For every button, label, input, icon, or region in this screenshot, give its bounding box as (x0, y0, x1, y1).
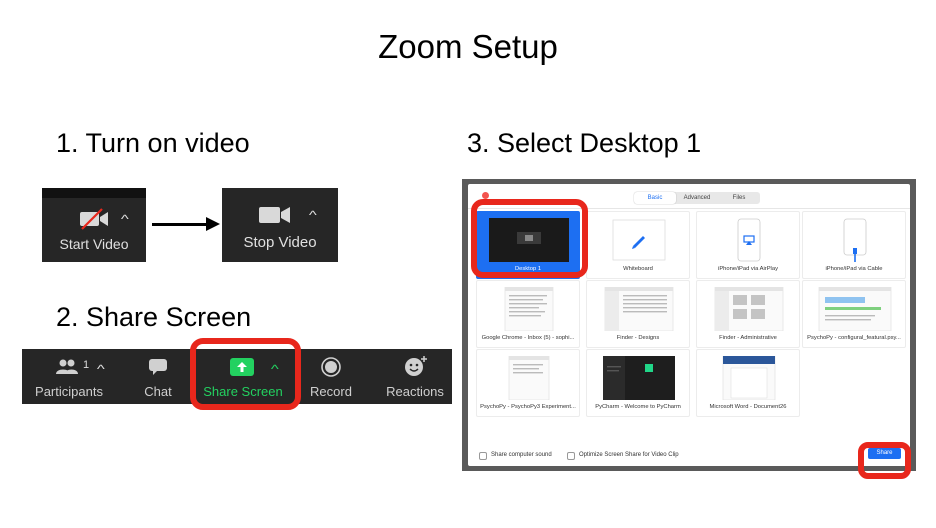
phone-airplay-icon (737, 218, 761, 262)
start-video-label: Start Video (59, 236, 129, 252)
option-caption: iPhone/iPad via AirPlay (718, 266, 778, 272)
tab-basic[interactable]: Basic (634, 192, 676, 204)
record-icon (321, 357, 341, 377)
participants-label: Participants (35, 384, 103, 399)
stop-video-label: Stop Video (243, 234, 317, 251)
window-thumbnail (604, 287, 674, 331)
option-caption: iPhone/iPad via Cable (825, 266, 883, 272)
dialog-tabs: Basic Advanced Files (634, 192, 760, 204)
chat-icon (149, 359, 167, 375)
share-option-finder-administrative[interactable]: Finder - Administrative (696, 280, 800, 348)
dialog-footer: Share computer sound Optimize Screen Sha… (468, 448, 910, 466)
share-option-finder-designs[interactable]: Finder - Designs (586, 280, 690, 348)
arrow-right-icon (206, 217, 220, 231)
share-sound-label: Share computer sound (491, 452, 552, 458)
option-caption: PsychoPy - PsychoPy3 Experiment... (480, 404, 576, 410)
reactions-icon (405, 356, 427, 376)
whiteboard-thumbnail (612, 219, 666, 261)
chevron-up-icon[interactable]: ^ (309, 208, 317, 222)
reactions-label: Reactions (386, 384, 444, 399)
tab-advanced[interactable]: Advanced (676, 192, 718, 204)
option-caption: Finder - Designs (616, 335, 660, 341)
share-option-whiteboard[interactable]: Whiteboard (586, 211, 690, 279)
share-option-word[interactable]: Microsoft Word - Document26 (696, 349, 800, 417)
chat-label: Chat (144, 384, 172, 399)
page-title: Zoom Setup (378, 28, 558, 65)
desktop-1-highlight (471, 199, 588, 278)
share-sound-checkbox[interactable] (479, 452, 487, 460)
close-icon[interactable] (482, 192, 489, 199)
tile-top-strip (42, 188, 146, 198)
option-caption: Microsoft Word - Document26 (709, 404, 787, 410)
step-1-heading: 1. Turn on video (56, 128, 250, 158)
chat-button[interactable]: Chat (138, 349, 178, 404)
participants-count: 1 (83, 359, 90, 371)
video-camera-off-icon (80, 208, 108, 230)
start-video-button[interactable]: ^ Start Video (42, 188, 146, 262)
record-label: Record (310, 384, 352, 399)
stop-video-button[interactable]: ^ Stop Video (222, 188, 338, 262)
chevron-up-icon[interactable]: ^ (97, 362, 105, 376)
window-thumbnail (508, 356, 550, 400)
step-2-heading: 2. Share Screen (56, 302, 252, 332)
phone-cable-icon (843, 218, 867, 262)
participants-button[interactable]: 1 ^ Participants (30, 349, 108, 404)
arrow-shaft (152, 223, 210, 226)
share-screen-highlight (190, 338, 301, 410)
video-camera-icon (259, 207, 290, 223)
window-thumbnail (603, 356, 675, 400)
share-option-psychopy-configural[interactable]: PsychoPy - configural_featural.psy... (802, 280, 906, 348)
optimize-video-label: Optimize Screen Share for Video Clip (579, 452, 679, 458)
step-3-heading: 3. Select Desktop 1 (467, 128, 702, 158)
window-thumbnail (818, 287, 892, 331)
window-thumbnail (722, 356, 776, 400)
window-thumbnail (714, 287, 784, 331)
chevron-up-icon[interactable]: ^ (121, 212, 129, 226)
share-option-pycharm[interactable]: PyCharm - Welcome to PyCharm (586, 349, 690, 417)
share-option-cable[interactable]: iPhone/iPad via Cable (802, 211, 906, 279)
share-button-highlight (858, 442, 911, 479)
reactions-button[interactable]: Reactions (382, 349, 448, 404)
option-caption: Whiteboard (623, 266, 653, 272)
window-thumbnail (504, 287, 554, 331)
share-option-airplay[interactable]: iPhone/iPad via AirPlay (696, 211, 800, 279)
option-caption: Finder - Administrative (719, 335, 777, 341)
share-option-chrome[interactable]: Google Chrome - Inbox (5) - sophi... (476, 280, 580, 348)
option-caption: PyCharm - Welcome to PyCharm (595, 404, 681, 410)
tab-files[interactable]: Files (718, 192, 760, 204)
record-button[interactable]: Record (306, 349, 356, 404)
share-option-psychopy-experiment[interactable]: PsychoPy - PsychoPy3 Experiment... (476, 349, 580, 417)
participants-icon (56, 359, 78, 374)
optimize-video-checkbox[interactable] (567, 452, 575, 460)
option-caption: PsychoPy - configural_featural.psy... (807, 335, 901, 341)
option-caption: Google Chrome - Inbox (5) - sophi... (481, 335, 575, 341)
